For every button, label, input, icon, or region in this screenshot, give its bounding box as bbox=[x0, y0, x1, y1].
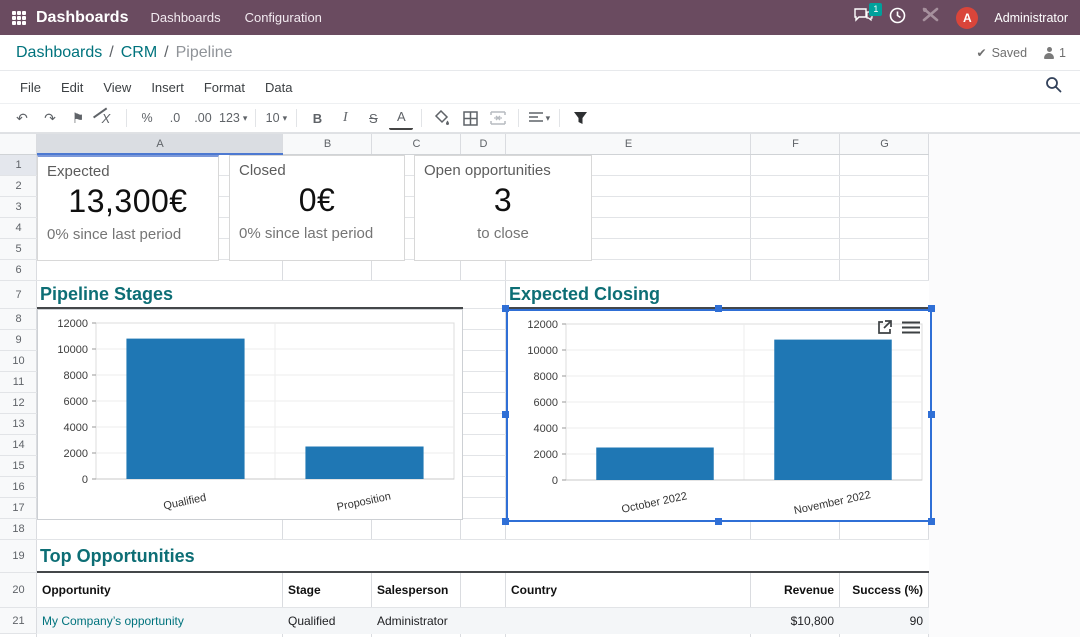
selection-handle[interactable] bbox=[502, 518, 509, 525]
y-tick-label: 12000 bbox=[57, 318, 88, 330]
y-tick-label: 6000 bbox=[534, 397, 558, 409]
table-header-revenue: Revenue bbox=[756, 573, 834, 608]
table-cell: $10,800 bbox=[756, 608, 834, 634]
kpi-value: 3 bbox=[415, 182, 591, 219]
kpi-label: Closed bbox=[239, 162, 404, 179]
table-cell: Administrator bbox=[377, 608, 455, 634]
kpi-label: Expected bbox=[47, 163, 218, 180]
selection-handle[interactable] bbox=[715, 518, 722, 525]
row-header-18[interactable]: 18 bbox=[0, 519, 37, 540]
selection-handle[interactable] bbox=[928, 411, 935, 418]
bar bbox=[305, 447, 423, 480]
kpi-value: 0€ bbox=[230, 182, 404, 219]
y-tick-label: 0 bbox=[552, 475, 558, 487]
bar-chart: 0 2000 4000 6000 8000 10000 12000 Qualified Prop… bbox=[38, 310, 462, 519]
table-header-country: Country bbox=[511, 573, 745, 608]
kpi-subtitle: 0% since last period bbox=[47, 226, 218, 243]
kpi-card-open-opportunities[interactable]: Open opportunities 3 to close bbox=[414, 155, 592, 261]
table-cell: Qualified bbox=[288, 608, 366, 634]
column-header-C[interactable]: C bbox=[372, 133, 461, 155]
column-header-G[interactable]: G bbox=[840, 133, 929, 155]
row-header-15[interactable]: 15 bbox=[0, 456, 37, 477]
selection-handle[interactable] bbox=[928, 518, 935, 525]
y-tick-label: 0 bbox=[82, 474, 88, 486]
row-header-5[interactable]: 5 bbox=[0, 239, 37, 260]
kpi-subtitle: to close bbox=[415, 225, 591, 242]
x-category-label: November 2022 bbox=[793, 489, 872, 517]
open-external-icon[interactable] bbox=[877, 320, 892, 335]
bar bbox=[596, 448, 713, 481]
table-cell: 90 bbox=[845, 608, 923, 634]
y-tick-label: 6000 bbox=[64, 396, 88, 408]
row-header-14[interactable]: 14 bbox=[0, 435, 37, 456]
row-header-10[interactable]: 10 bbox=[0, 351, 37, 372]
column-header-E[interactable]: E bbox=[506, 133, 751, 155]
kpi-value: 13,300€ bbox=[38, 183, 218, 220]
column-header-D[interactable]: D bbox=[461, 133, 506, 155]
sheet-outside-area bbox=[929, 133, 1080, 637]
column-header-A[interactable]: A bbox=[37, 133, 283, 155]
row-header-16[interactable]: 16 bbox=[0, 477, 37, 498]
row-header-21[interactable]: 21 bbox=[0, 608, 37, 634]
row-header-19[interactable]: 19 bbox=[0, 540, 37, 573]
x-category-label: Qualified bbox=[162, 492, 207, 513]
table-header-salesperson: Salesperson bbox=[377, 573, 455, 608]
y-tick-label: 4000 bbox=[64, 422, 88, 434]
row-header-20[interactable]: 20 bbox=[0, 573, 37, 608]
y-tick-label: 2000 bbox=[534, 449, 558, 461]
kpi-card-closed[interactable]: Closed 0€ 0% since last period bbox=[229, 155, 405, 261]
row-header-9[interactable]: 9 bbox=[0, 330, 37, 351]
section-title-top-opportunities: Top Opportunities bbox=[37, 540, 929, 573]
y-tick-label: 8000 bbox=[534, 371, 558, 383]
chart-pipeline-stages[interactable]: 0 2000 4000 6000 8000 10000 12000 Qualified Prop… bbox=[37, 309, 463, 520]
spreadsheet-grid: ABCDEFG123456789101112131415161718192021… bbox=[0, 0, 1080, 637]
chart-menu-icon[interactable] bbox=[902, 321, 920, 334]
section-title-pipeline-stages: Pipeline Stages bbox=[37, 281, 463, 309]
selection-handle[interactable] bbox=[502, 305, 509, 312]
row-header-17[interactable]: 17 bbox=[0, 498, 37, 519]
selection-handle[interactable] bbox=[715, 305, 722, 312]
row-header-12[interactable]: 12 bbox=[0, 393, 37, 414]
row-header-7[interactable]: 7 bbox=[0, 281, 37, 309]
row-header-1[interactable]: 1 bbox=[0, 155, 37, 176]
x-category-label: Proposition bbox=[336, 490, 392, 513]
spreadsheet-app: Dashboards Dashboards Configuration 1 A … bbox=[0, 0, 1080, 637]
y-tick-label: 8000 bbox=[64, 370, 88, 382]
y-tick-label: 10000 bbox=[57, 344, 88, 356]
column-header-F[interactable]: F bbox=[751, 133, 840, 155]
kpi-card-expected[interactable]: Expected 13,300€ 0% since last period bbox=[37, 155, 219, 261]
row-header-2[interactable]: 2 bbox=[0, 176, 37, 197]
sheet-corner-cell[interactable] bbox=[0, 133, 37, 155]
table-header-opportunity: Opportunity bbox=[42, 573, 277, 608]
kpi-label: Open opportunities bbox=[424, 162, 591, 179]
row-header-6[interactable]: 6 bbox=[0, 260, 37, 281]
row-header-8[interactable]: 8 bbox=[0, 309, 37, 330]
row-header-11[interactable]: 11 bbox=[0, 372, 37, 393]
table-header-stage: Stage bbox=[288, 573, 366, 608]
y-tick-label: 4000 bbox=[534, 423, 558, 435]
selection-handle[interactable] bbox=[928, 305, 935, 312]
bar bbox=[774, 340, 891, 480]
y-tick-label: 12000 bbox=[527, 319, 558, 331]
row-header-13[interactable]: 13 bbox=[0, 414, 37, 435]
bar-chart: 0 2000 4000 6000 8000 10000 12000 October 2022 N… bbox=[508, 311, 930, 520]
selection-handle[interactable] bbox=[502, 411, 509, 418]
y-tick-label: 2000 bbox=[64, 448, 88, 460]
x-category-label: October 2022 bbox=[621, 490, 689, 516]
bar bbox=[126, 339, 244, 479]
opportunity-link[interactable]: My Company’s opportunity bbox=[42, 608, 277, 634]
chart-expected-closing[interactable]: 0 2000 4000 6000 8000 10000 12000 October 2022 N… bbox=[506, 309, 932, 522]
row-header-3[interactable]: 3 bbox=[0, 197, 37, 218]
table-header-success: Success (%) bbox=[845, 573, 923, 608]
y-tick-label: 10000 bbox=[527, 345, 558, 357]
column-header-B[interactable]: B bbox=[283, 133, 372, 155]
kpi-subtitle: 0% since last period bbox=[239, 225, 404, 242]
gridline bbox=[0, 133, 1080, 134]
row-header-4[interactable]: 4 bbox=[0, 218, 37, 239]
